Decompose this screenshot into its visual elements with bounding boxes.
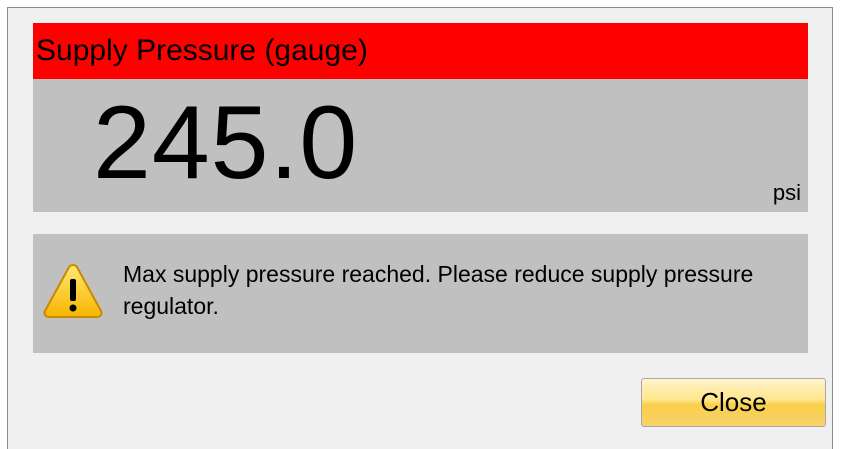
warning-panel: Max supply pressure reached. Please redu… bbox=[33, 234, 808, 353]
close-button[interactable]: Close bbox=[641, 378, 826, 427]
gauge-title: Supply Pressure (gauge) bbox=[33, 23, 808, 79]
gauge-readout: 245.0 psi bbox=[33, 79, 808, 212]
gauge-value: 245.0 bbox=[93, 85, 359, 201]
gauge-unit: psi bbox=[772, 180, 801, 205]
warning-triangle-icon bbox=[43, 263, 103, 318]
alert-dialog: Supply Pressure (gauge) 245.0 psi Max su… bbox=[7, 7, 833, 449]
warning-message: Max supply pressure reached. Please redu… bbox=[123, 261, 754, 319]
